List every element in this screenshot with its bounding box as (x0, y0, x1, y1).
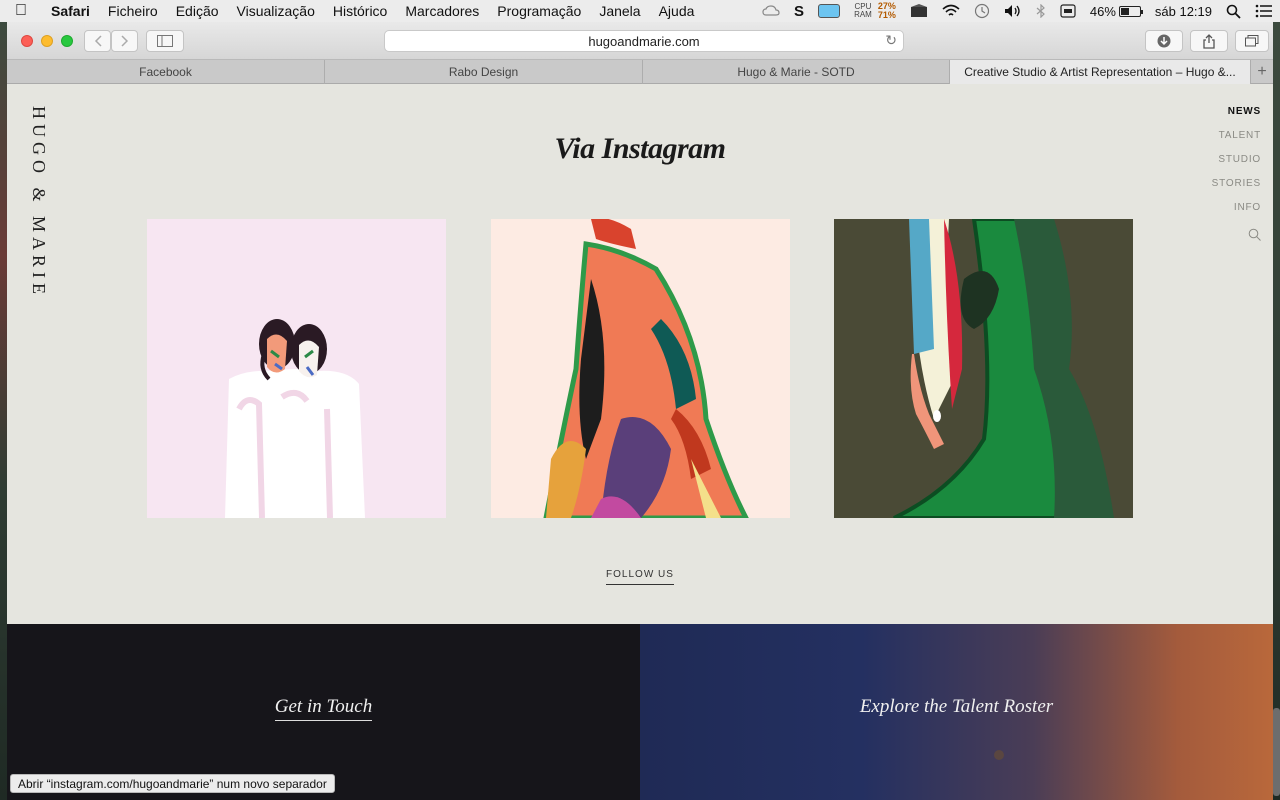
tab-hugo-marie-active[interactable]: Creative Studio & Artist Representation … (950, 60, 1251, 84)
nav-talent[interactable]: TALENT (1212, 130, 1261, 143)
desktop-wallpaper-right (1273, 22, 1280, 800)
sidebar-toggle-button[interactable] (146, 30, 184, 52)
page-scrollbar-thumb[interactable] (1273, 708, 1280, 796)
bluetooth-icon[interactable] (1029, 4, 1053, 18)
close-window-button[interactable] (21, 35, 33, 47)
instagram-post-3[interactable] (834, 219, 1133, 518)
show-all-tabs-button[interactable] (1235, 30, 1269, 52)
download-icon (1157, 34, 1171, 48)
notification-center-icon[interactable] (1248, 4, 1280, 18)
skype-icon[interactable]: S (787, 3, 811, 20)
site-search-icon[interactable] (1248, 228, 1261, 246)
share-button[interactable] (1190, 30, 1228, 52)
tab-bar: Facebook Rabo Design Hugo & Marie - SOTD… (7, 60, 1273, 84)
instagram-post-1[interactable] (147, 219, 446, 518)
wifi-icon[interactable] (935, 4, 967, 18)
tab-rabo-design[interactable]: Rabo Design (325, 60, 643, 84)
menu-ajuda[interactable]: Ajuda (650, 3, 704, 19)
chevron-left-icon (94, 35, 102, 47)
link-status-bar: Abrir “instagram.com/hugoandmarie” num n… (10, 774, 335, 793)
volume-icon[interactable] (997, 4, 1029, 18)
nav-info[interactable]: INFO (1212, 202, 1261, 215)
time-machine-icon[interactable] (967, 3, 997, 19)
menu-visualizacao[interactable]: Visualização (228, 3, 324, 19)
reload-icon[interactable]: ↻ (885, 32, 897, 49)
address-bar-url: hugoandmarie.com (588, 33, 700, 49)
menu-janela[interactable]: Janela (590, 3, 649, 19)
fullscreen-window-button[interactable] (61, 35, 73, 47)
battery-icon (1118, 5, 1143, 17)
ram-percent: 71% (877, 10, 896, 20)
menu-programacao[interactable]: Programação (488, 3, 590, 19)
desktop-wallpaper-left (0, 22, 7, 800)
menu-ficheiro[interactable]: Ficheiro (99, 3, 167, 19)
menu-app-name[interactable]: Safari (42, 3, 99, 19)
back-button[interactable] (84, 30, 111, 52)
tabs-overview-icon (1245, 35, 1259, 47)
creative-cloud-icon[interactable] (755, 5, 787, 17)
tab-hugo-marie-sotd[interactable]: Hugo & Marie - SOTD (643, 60, 950, 84)
browser-toolbar: hugoandmarie.com ↻ (7, 22, 1273, 60)
battery-status[interactable]: 46% (1083, 4, 1148, 19)
menu-clock[interactable]: sáb 12:19 (1148, 4, 1219, 19)
web-page: HUGO & MARIE Via Instagram NEWS TALENT S… (7, 84, 1273, 624)
sidebar-icon (157, 35, 173, 47)
nav-stories[interactable]: STORIES (1212, 178, 1261, 191)
nav-studio[interactable]: STUDIO (1212, 154, 1261, 167)
battery-monitor-icon[interactable] (811, 4, 847, 18)
downloads-button[interactable] (1145, 30, 1183, 52)
follow-us-link[interactable]: FOLLOW US (606, 569, 674, 585)
status-menus: S CPU RAM 27% 71% 46% sáb 12:19 (755, 0, 1280, 22)
tab-facebook[interactable]: Facebook (7, 60, 325, 84)
illustration-green-dress (834, 219, 1133, 518)
decorative-dot (994, 750, 1004, 760)
menu-historico[interactable]: Histórico (324, 3, 396, 19)
keyboard-input-icon[interactable] (1053, 4, 1083, 18)
explore-talent-roster-link[interactable]: Explore the Talent Roster (860, 696, 1053, 720)
weather-icon[interactable] (903, 4, 935, 18)
illustration-draped-figure (491, 219, 790, 518)
share-icon (1203, 33, 1215, 49)
page-heading: Via Instagram (554, 132, 726, 165)
get-in-touch-link[interactable]: Get in Touch (274, 696, 373, 721)
address-bar[interactable]: hugoandmarie.com ↻ (384, 30, 904, 52)
nav-news[interactable]: NEWS (1212, 106, 1261, 119)
cpu-ram-monitor[interactable]: CPU RAM 27% 71% (847, 2, 903, 20)
talent-roster-panel[interactable]: Explore the Talent Roster (640, 624, 1273, 800)
menu-marcadores[interactable]: Marcadores (396, 3, 488, 19)
site-nav: NEWS TALENT STUDIO STORIES INFO (1212, 106, 1261, 246)
minimize-window-button[interactable] (41, 35, 53, 47)
follow-us-link-wrap: FOLLOW US (7, 564, 1273, 585)
chevron-right-icon (120, 35, 128, 47)
menu-bar:  Safari Ficheiro Edição Visualização Hi… (0, 0, 1280, 22)
spotlight-search-icon[interactable] (1219, 4, 1248, 19)
illustration-two-figures (147, 219, 446, 518)
menu-edicao[interactable]: Edição (167, 3, 228, 19)
instagram-post-2[interactable] (491, 219, 790, 518)
ram-label: RAM (854, 10, 872, 19)
apple-menu-icon[interactable]:  (0, 2, 42, 20)
forward-button[interactable] (111, 30, 138, 52)
battery-percent: 46% (1089, 3, 1116, 19)
new-tab-button[interactable]: + (1251, 60, 1273, 84)
